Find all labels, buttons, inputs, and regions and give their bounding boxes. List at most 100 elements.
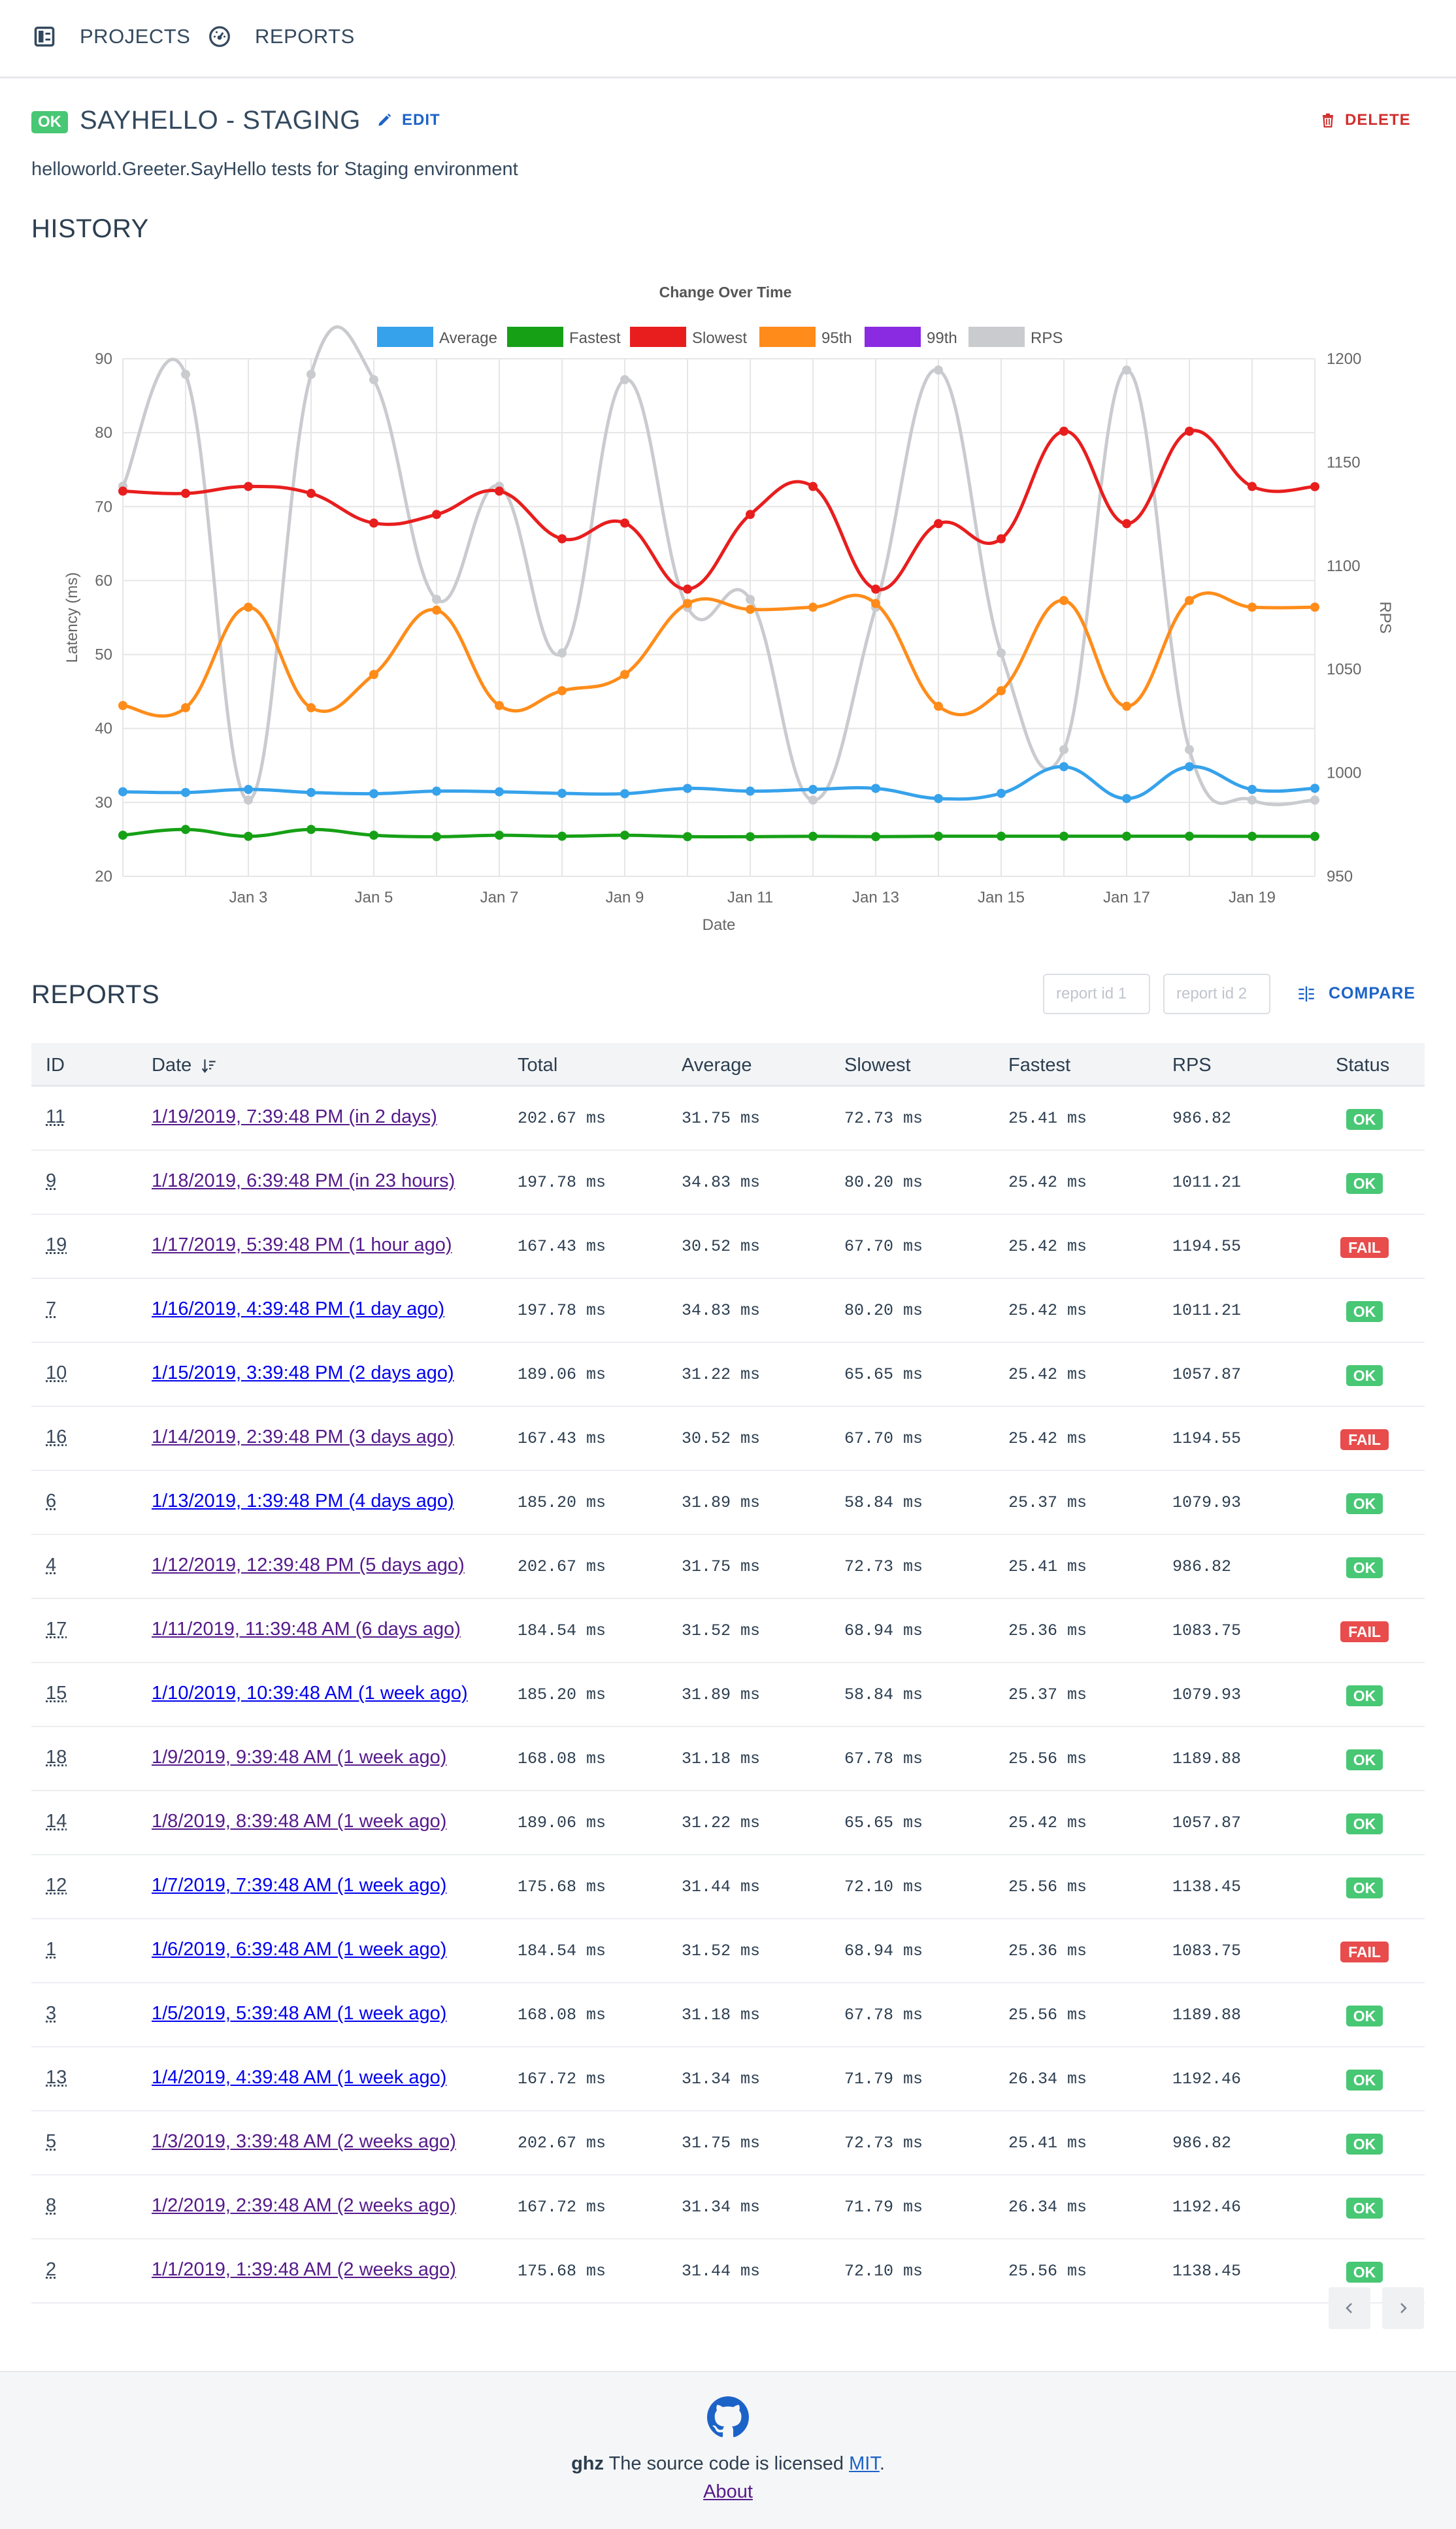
data-point-95th — [997, 686, 1006, 696]
column-header-slowest[interactable]: Slowest — [844, 1055, 911, 1076]
report-id-link[interactable]: 9 — [46, 1170, 56, 1192]
report-id-link[interactable]: 1 — [46, 1939, 56, 1960]
report-total: 168.08 ms — [518, 1749, 606, 1768]
report-id-link[interactable]: 5 — [46, 2131, 56, 2153]
report-id-2-input[interactable] — [1163, 974, 1270, 1014]
report-id-link[interactable]: 4 — [46, 1555, 56, 1576]
report-slowest: 65.65 ms — [844, 1365, 923, 1384]
status-badge: OK — [1346, 1685, 1383, 1706]
data-point-fastest — [369, 831, 378, 840]
github-icon[interactable] — [707, 2396, 749, 2438]
report-date-link[interactable]: 1/2/2019, 2:39:48 AM (2 weeks ago) — [152, 2195, 456, 2217]
report-date-link[interactable]: 1/14/2019, 2:39:48 PM (3 days ago) — [152, 1427, 454, 1448]
report-slowest: 71.79 ms — [844, 2198, 923, 2217]
data-point-average — [369, 789, 378, 799]
report-id-link[interactable]: 13 — [46, 2067, 67, 2089]
column-header-fastest[interactable]: Fastest — [1008, 1055, 1070, 1076]
report-date-link[interactable]: 1/7/2019, 7:39:48 AM (1 week ago) — [152, 1875, 446, 1896]
report-total: 189.06 ms — [518, 1813, 606, 1832]
report-id-link[interactable]: 8 — [46, 2195, 56, 2217]
report-date-link[interactable]: 1/6/2019, 6:39:48 AM (1 week ago) — [152, 1939, 446, 1960]
y-tick-label: 30 — [95, 794, 112, 812]
report-id-link[interactable]: 2 — [46, 2259, 56, 2281]
column-header-status[interactable]: Status — [1336, 1055, 1389, 1076]
nav-reports[interactable]: REPORTS — [208, 25, 355, 48]
y-tick-label: 40 — [95, 720, 112, 738]
x-tick-label: Jan 15 — [978, 889, 1025, 906]
report-date-link[interactable]: 1/10/2019, 10:39:48 AM (1 week ago) — [152, 1683, 468, 1704]
report-date-link[interactable]: 1/3/2019, 3:39:48 AM (2 weeks ago) — [152, 2131, 456, 2153]
report-date-link[interactable]: 1/9/2019, 9:39:48 AM (1 week ago) — [152, 1747, 446, 1768]
report-rps: 1194.55 — [1172, 1429, 1242, 1448]
edit-button-label: EDIT — [402, 111, 440, 129]
compare-button[interactable]: COMPARE — [1297, 984, 1415, 1003]
project-description: helloworld.Greeter.SayHello tests for St… — [31, 159, 518, 180]
report-total: 184.54 ms — [518, 1621, 606, 1640]
report-date-link[interactable]: 1/8/2019, 8:39:48 AM (1 week ago) — [152, 1811, 446, 1832]
data-point-fastest — [808, 831, 818, 841]
data-point-fastest — [746, 832, 755, 842]
data-point-rps — [432, 595, 441, 604]
data-point-average — [934, 793, 943, 803]
data-point-average — [1248, 785, 1257, 795]
report-id-link[interactable]: 7 — [46, 1298, 56, 1320]
report-id-link[interactable]: 10 — [46, 1363, 67, 1384]
report-date-link[interactable]: 1/19/2019, 7:39:48 PM (in 2 days) — [152, 1106, 437, 1128]
data-point-rps — [746, 595, 755, 604]
data-point-fastest — [620, 831, 629, 840]
report-date-link[interactable]: 1/11/2019, 11:39:48 AM (6 days ago) — [152, 1619, 461, 1640]
next-page-button[interactable] — [1382, 2287, 1424, 2329]
y-tick-label: 80 — [95, 424, 112, 442]
report-id-link[interactable]: 12 — [46, 1875, 67, 1896]
status-badge: OK — [1346, 1301, 1383, 1322]
delete-button[interactable]: DELETE — [1320, 111, 1411, 129]
report-date-link[interactable]: 1/17/2019, 5:39:48 PM (1 hour ago) — [152, 1234, 452, 1256]
report-average: 34.83 ms — [682, 1173, 761, 1192]
column-header-average[interactable]: Average — [682, 1055, 752, 1076]
status-badge: OK — [1346, 2006, 1383, 2026]
data-point-95th — [808, 603, 818, 612]
reports-table: ID Date Total Average Slowest Fastest RP… — [31, 1043, 1425, 2304]
mit-license-link[interactable]: MIT — [849, 2453, 880, 2474]
report-id-link[interactable]: 17 — [46, 1619, 67, 1640]
report-date-link[interactable]: 1/16/2019, 4:39:48 PM (1 day ago) — [152, 1298, 444, 1320]
report-id-link[interactable]: 18 — [46, 1747, 67, 1768]
data-point-slowest — [1248, 482, 1257, 491]
report-date-link[interactable]: 1/18/2019, 6:39:48 PM (in 23 hours) — [152, 1170, 455, 1192]
nav-projects[interactable]: PROJECTS — [33, 25, 190, 48]
report-date-link[interactable]: 1/5/2019, 5:39:48 AM (1 week ago) — [152, 2003, 446, 2025]
about-link[interactable]: About — [703, 2481, 753, 2502]
data-point-average — [683, 784, 692, 793]
column-header-date[interactable]: Date — [152, 1055, 218, 1076]
report-date-link[interactable]: 1/1/2019, 1:39:48 AM (2 weeks ago) — [152, 2259, 456, 2281]
report-id-link[interactable]: 11 — [46, 1106, 65, 1128]
report-id-link[interactable]: 3 — [46, 2003, 56, 2025]
report-date-link[interactable]: 1/13/2019, 1:39:48 PM (4 days ago) — [152, 1491, 454, 1512]
data-point-slowest — [997, 534, 1006, 544]
report-date-link[interactable]: 1/15/2019, 3:39:48 PM (2 days ago) — [152, 1363, 454, 1384]
previous-page-button[interactable] — [1329, 2287, 1370, 2329]
column-header-rps[interactable]: RPS — [1172, 1055, 1212, 1076]
y2-tick-label: 1000 — [1327, 765, 1361, 782]
report-fastest: 25.42 ms — [1008, 1301, 1087, 1320]
report-average: 31.89 ms — [682, 1685, 761, 1704]
report-id-link[interactable]: 6 — [46, 1491, 56, 1512]
report-id-link[interactable]: 19 — [46, 1234, 67, 1256]
report-id-link[interactable]: 14 — [46, 1811, 67, 1832]
report-average: 31.89 ms — [682, 1493, 761, 1512]
nav-reports-label: REPORTS — [255, 25, 355, 48]
status-badge: OK — [1346, 1173, 1383, 1194]
data-point-average — [181, 787, 190, 797]
report-date-link[interactable]: 1/12/2019, 12:39:48 PM (5 days ago) — [152, 1555, 465, 1576]
data-point-slowest — [1310, 482, 1319, 491]
data-point-fastest — [557, 831, 567, 841]
edit-button[interactable]: EDIT — [376, 111, 440, 129]
column-header-id[interactable]: ID — [46, 1055, 65, 1076]
report-date-link[interactable]: 1/4/2019, 4:39:48 AM (1 week ago) — [152, 2067, 446, 2089]
column-header-total[interactable]: Total — [518, 1055, 557, 1076]
report-id-link[interactable]: 16 — [46, 1427, 67, 1448]
report-id-1-input[interactable] — [1043, 974, 1150, 1014]
data-point-average — [1185, 762, 1194, 772]
report-id-link[interactable]: 15 — [46, 1683, 67, 1704]
data-point-average — [1310, 784, 1319, 793]
